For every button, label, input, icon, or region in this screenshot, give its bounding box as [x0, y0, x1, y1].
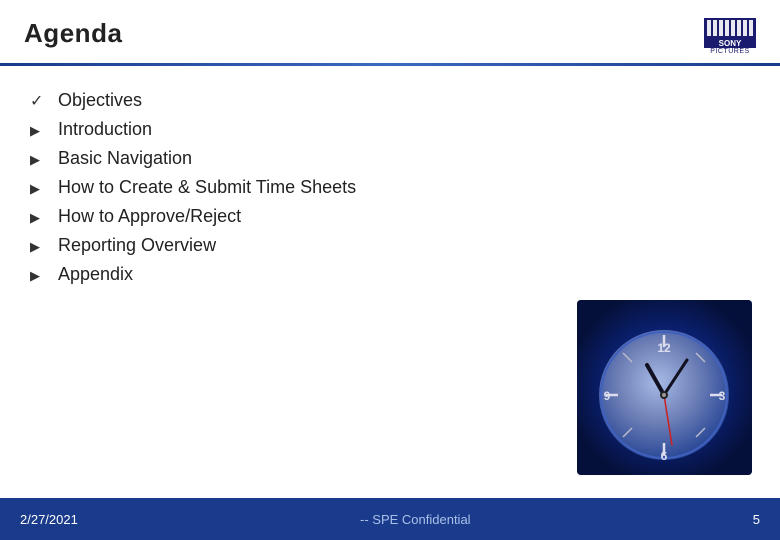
agenda-item-text: How to Approve/Reject	[58, 206, 241, 227]
agenda-item-text: How to Create & Submit Time Sheets	[58, 177, 356, 198]
clock-svg-icon: 12 3 6 9	[577, 300, 752, 475]
slide-title: Agenda	[24, 18, 122, 49]
agenda-item: ▶ How to Approve/Reject	[30, 202, 750, 231]
agenda-bullet-icon: ▶	[30, 123, 48, 139]
agenda-item-text: Reporting Overview	[58, 235, 216, 256]
agenda-list: ✓ Objectives ▶ Introduction ▶ Basic Navigatio…	[30, 86, 750, 289]
footer-date: 2/27/2021	[20, 512, 78, 527]
agenda-item: ✓ Objectives	[30, 86, 750, 115]
logo-subtitle: PICTURES	[704, 48, 756, 55]
footer-page-number: 5	[753, 512, 760, 527]
footer-confidential: -- SPE Confidential	[360, 512, 471, 527]
agenda-bullet-icon: ▶	[30, 268, 48, 284]
slide-footer: 2/27/2021 -- SPE Confidential 5	[0, 498, 780, 540]
svg-text:12: 12	[657, 341, 671, 355]
agenda-item-text: Basic Navigation	[58, 148, 192, 169]
agenda-item-text: Objectives	[58, 90, 142, 111]
agenda-bullet-icon: ✓	[30, 91, 48, 111]
slide-header: Agenda SONY PICTURES	[0, 0, 780, 63]
agenda-item: ▶ Basic Navigation	[30, 144, 750, 173]
agenda-bullet-icon: ▶	[30, 210, 48, 226]
svg-text:9: 9	[604, 389, 611, 403]
clock-image: 12 3 6 9	[577, 300, 752, 475]
svg-text:3: 3	[719, 389, 726, 403]
agenda-item: ▶ Appendix	[30, 260, 750, 289]
agenda-item-text: Appendix	[58, 264, 133, 285]
sony-logo: SONY PICTURES	[704, 18, 756, 55]
agenda-item: ▶ How to Create & Submit Time Sheets	[30, 173, 750, 202]
agenda-bullet-icon: ▶	[30, 239, 48, 255]
agenda-bullet-icon: ▶	[30, 181, 48, 197]
agenda-item-text: Introduction	[58, 119, 152, 140]
agenda-bullet-icon: ▶	[30, 152, 48, 168]
svg-text:6: 6	[661, 449, 668, 463]
slide-content: ✓ Objectives ▶ Introduction ▶ Basic Navigatio…	[0, 66, 780, 299]
agenda-item: ▶ Reporting Overview	[30, 231, 750, 260]
agenda-item: ▶ Introduction	[30, 115, 750, 144]
slide: Agenda SONY PICTURES	[0, 0, 780, 540]
logo-graphic-icon: SONY	[704, 18, 756, 48]
svg-text:SONY: SONY	[719, 39, 742, 48]
